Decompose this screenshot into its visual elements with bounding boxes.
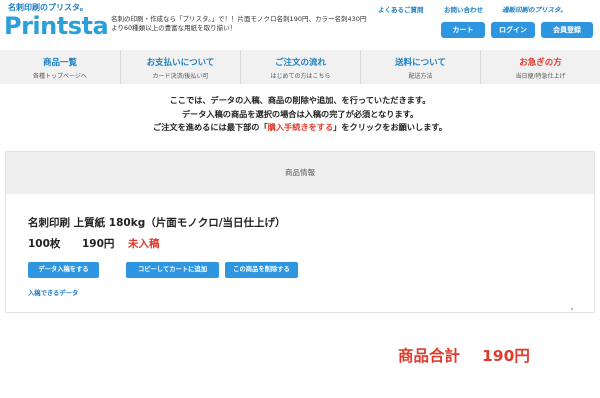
copy-to-cart-button[interactable]: コピーしてカートに追加 <box>126 262 219 278</box>
nav-sub: 各種トップページへ <box>33 73 87 80</box>
order-total: 商品合計 190円 <box>398 344 530 366</box>
login-button[interactable]: ログイン <box>491 22 535 38</box>
nav-title: お支払いについて <box>146 58 215 68</box>
total-label: 商品合計 <box>398 347 461 365</box>
notice-line-3-post: 」をクリックをお願いします。 <box>333 122 447 132</box>
notice-line-3: ご注文を進めるには最下部の「購入手続きをする」をクリックをお願いします。 <box>0 121 600 135</box>
nav-title: お急ぎの方 <box>519 58 562 68</box>
nav-sub: カード決済/後払い可 <box>152 73 209 80</box>
nav-item-shipping[interactable]: 送料について 配送方法 <box>360 50 480 84</box>
product-info-panel: 商品情報 名刺印刷 上質紙 180kg（片面モノクロ/当日仕上げ） 100枚 1… <box>5 151 595 313</box>
nav-sub: 配送方法 <box>408 73 433 80</box>
acceptable-data-link[interactable]: 入稿できるデータ <box>28 288 78 297</box>
main-nav: 商品一覧 各種トップページへ お支払いについて カード決済/後払い可 ご注文の流… <box>0 50 600 84</box>
nav-item-urgent[interactable]: お急ぎの方 当日便/特急仕上げ <box>480 50 600 84</box>
notice-line-1: ここでは、データの入稿、商品の削除や追加、を行っていただきます。 <box>169 95 431 105</box>
upload-status-badge: 未入稿 <box>128 238 160 250</box>
nav-title: 商品一覧 <box>42 58 77 68</box>
nav-title: ご注文の流れ <box>274 58 326 68</box>
intro-text: 名刺の印刷・作成なら「プリスタ。」で！！片面モノクロ名刺190円、カラー名刺43… <box>111 15 367 32</box>
notice-highlight: 購入手続きをする <box>267 122 334 132</box>
instruction-notice: ここでは、データの入稿、商品の削除や追加、を行っていただきます。 データ入稿の商… <box>0 94 600 135</box>
nav-item-order-flow[interactable]: ご注文の流れ はじめての方はこちら <box>240 50 360 84</box>
site-header: 名刺印刷のプリスタ。 Printsta 名刺の印刷・作成なら「プリスタ。」で！！… <box>0 0 600 44</box>
resize-dot <box>571 308 573 310</box>
notice-line-3-pre: ご注文を進めるには最下部の「 <box>153 122 268 132</box>
nav-item-products[interactable]: 商品一覧 各種トップページへ <box>0 50 120 84</box>
upload-data-button[interactable]: データ入稿をする <box>28 262 99 278</box>
product-quantity: 100枚 <box>28 238 61 250</box>
nav-title: 送料について <box>395 58 446 68</box>
contact-link[interactable]: お問い合わせ <box>444 4 483 14</box>
panel-heading: 商品情報 <box>6 152 594 194</box>
total-value: 190円 <box>482 347 530 365</box>
product-title: 名刺印刷 上質紙 180kg（片面モノクロ/当日仕上げ） <box>28 217 286 229</box>
nav-sub: 当日便/特急仕上げ <box>515 73 566 80</box>
brand-link[interactable]: 通販印刷のプリスタ。 <box>502 4 567 14</box>
cart-button[interactable]: カート <box>441 22 485 38</box>
faq-link[interactable]: よくあるご質問 <box>378 4 424 14</box>
register-button[interactable]: 会員登録 <box>541 22 593 38</box>
delete-product-button[interactable]: この商品を削除する <box>225 262 298 278</box>
top-links: よくあるご質問 お問い合わせ 通販印刷のプリスタ。 <box>378 4 594 18</box>
nav-item-payment[interactable]: お支払いについて カード決済/後払い可 <box>120 50 240 84</box>
product-price: 190円 <box>82 238 115 250</box>
printsta-logo[interactable]: Printsta <box>4 12 109 40</box>
nav-sub: はじめての方はこちら <box>270 73 331 80</box>
notice-line-2: データ入稿の商品を選択の場合は入稿の完了が必須となります。 <box>181 108 419 119</box>
